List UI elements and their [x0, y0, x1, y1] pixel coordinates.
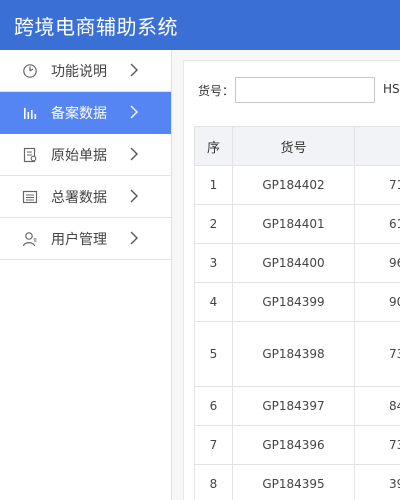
chevron-right-icon [130, 105, 138, 119]
cell-hs: 84 [354, 386, 400, 426]
column-header-hs[interactable] [354, 126, 400, 166]
hs-code-label: HS [383, 82, 400, 96]
cell-seq: 8 [194, 464, 233, 500]
chevron-right-icon [130, 147, 138, 161]
bar-chart-icon [24, 108, 37, 119]
cell-seq: 2 [194, 204, 233, 244]
chevron-right-icon [130, 63, 138, 77]
cell-seq: 5 [194, 321, 233, 387]
goods-no-input[interactable] [235, 77, 375, 103]
cell-hs: 71 [354, 165, 400, 205]
sidebar-item-user-management[interactable]: 用户管理 [0, 218, 171, 260]
cell-goods-no: GP184399 [232, 282, 355, 322]
column-header-goods-no[interactable]: 货号 [232, 126, 355, 166]
cell-seq: 1 [194, 165, 233, 205]
sidebar-item-filing-data[interactable]: 备案数据 [0, 92, 171, 134]
cell-goods-no: GP184398 [232, 321, 355, 387]
chevron-right-icon [130, 231, 138, 245]
data-panel: 货号： HS 序 货号 1 GP184402 71 2 GP184401 [183, 60, 400, 500]
cell-goods-no: GP184400 [232, 243, 355, 283]
app-header: 跨境电商辅助系统 [0, 0, 400, 50]
table-row[interactable]: 5 GP184398 73 [194, 321, 400, 387]
table-header-row: 序 货号 [194, 126, 400, 166]
cell-seq: 6 [194, 386, 233, 426]
table-row[interactable]: 2 GP184401 61 [194, 204, 400, 244]
app-title: 跨境电商辅助系统 [14, 15, 178, 39]
sidebar-item-customs-data[interactable]: 总署数据 [0, 176, 171, 218]
cell-goods-no: GP184396 [232, 425, 355, 465]
compass-icon [23, 64, 37, 78]
cell-seq: 4 [194, 282, 233, 322]
cell-hs: 61 [354, 204, 400, 244]
cell-hs: 73 [354, 321, 400, 387]
cell-hs: 96 [354, 243, 400, 283]
cell-hs: 73 [354, 425, 400, 465]
cell-goods-no: GP184401 [232, 204, 355, 244]
user-icon [22, 232, 37, 247]
cell-hs: 90 [354, 282, 400, 322]
table-row[interactable]: 1 GP184402 71 [194, 165, 400, 205]
sidebar: 功能说明 备案数据 原始单据 总署数据 用户管理 [0, 50, 172, 500]
table-row[interactable]: 4 GP184399 90 [194, 282, 400, 322]
sidebar-item-label: 备案数据 [51, 106, 107, 122]
table-row[interactable]: 8 GP184395 39 [194, 464, 400, 500]
cell-goods-no: GP184397 [232, 386, 355, 426]
cell-goods-no: GP184395 [232, 464, 355, 500]
cell-seq: 7 [194, 425, 233, 465]
goods-no-label: 货号： [198, 84, 235, 98]
document-icon [23, 147, 37, 163]
table-row[interactable]: 7 GP184396 73 [194, 425, 400, 465]
sidebar-item-label: 用户管理 [51, 232, 107, 248]
table-row[interactable]: 6 GP184397 84 [194, 386, 400, 426]
sidebar-item-original-documents[interactable]: 原始单据 [0, 134, 171, 176]
list-icon [22, 190, 38, 204]
sidebar-item-label: 总署数据 [51, 190, 107, 206]
filing-data-table: 序 货号 1 GP184402 71 2 GP184401 61 3 [194, 126, 400, 500]
chevron-right-icon [130, 189, 138, 203]
column-header-seq[interactable]: 序 [194, 126, 233, 166]
sidebar-item-feature-description[interactable]: 功能说明 [0, 50, 171, 92]
sidebar-item-label: 原始单据 [51, 148, 107, 164]
cell-hs: 39 [354, 464, 400, 500]
table-row[interactable]: 3 GP184400 96 [194, 243, 400, 283]
sidebar-item-label: 功能说明 [51, 64, 107, 80]
main-content: 货号： HS 序 货号 1 GP184402 71 2 GP184401 [172, 50, 400, 500]
cell-goods-no: GP184402 [232, 165, 355, 205]
cell-seq: 3 [194, 243, 233, 283]
